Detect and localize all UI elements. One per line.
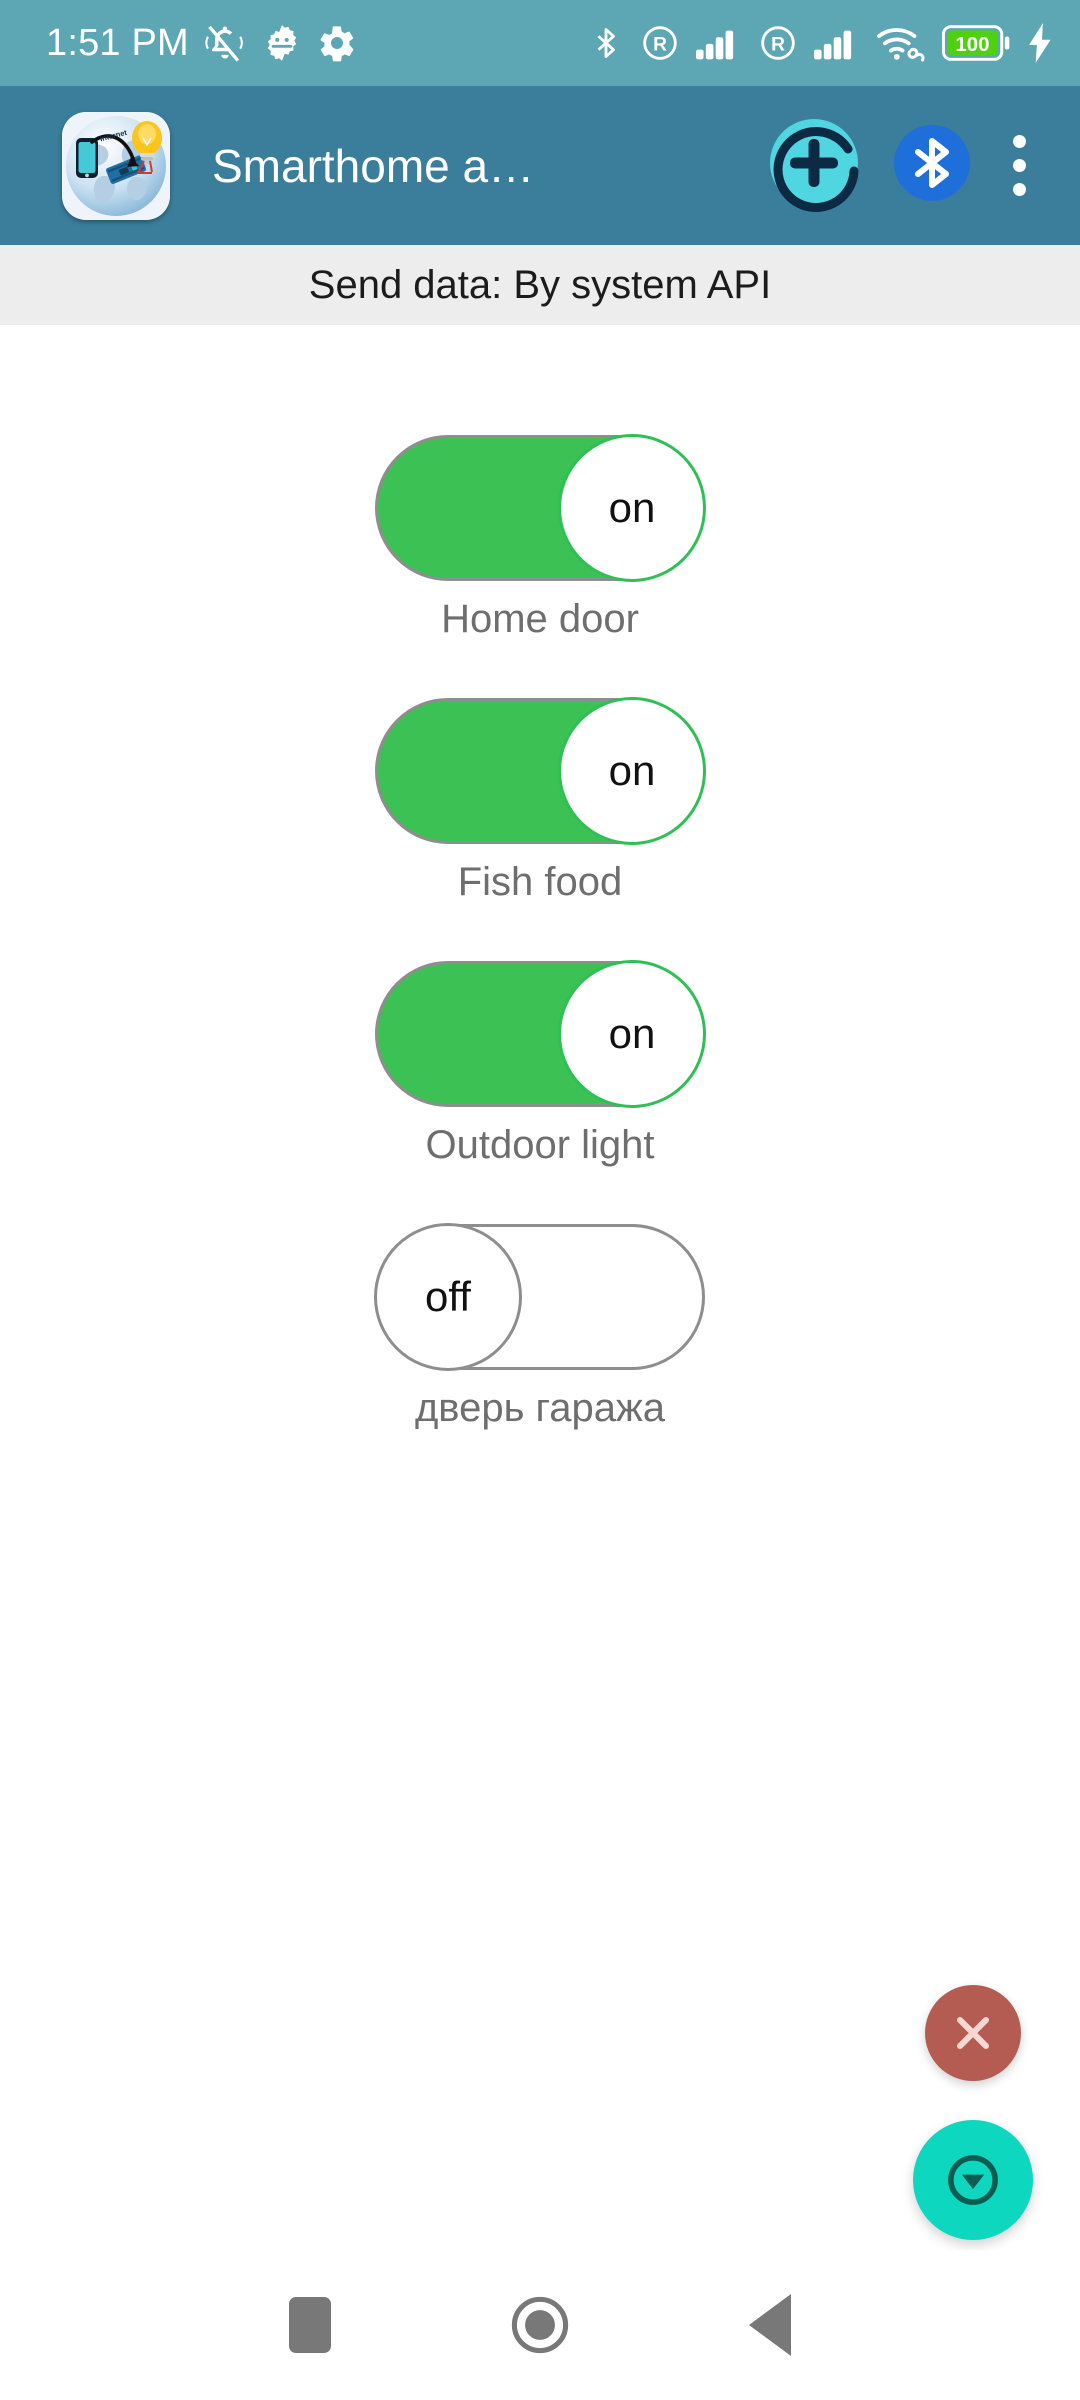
toggle-thumb: on — [558, 434, 706, 582]
toggle-switch-garage-door[interactable]: off — [374, 1223, 705, 1371]
roaming-icon: R — [761, 26, 795, 60]
toggle-state-text: on — [608, 747, 656, 794]
toggle-state-text: off — [425, 1273, 471, 1320]
bluetooth-button[interactable] — [880, 111, 984, 220]
toggle-switch-fish-food[interactable]: on — [375, 697, 706, 845]
menu-dot — [1012, 159, 1026, 172]
close-x-icon — [956, 2016, 990, 2050]
menu-dot — [1012, 135, 1026, 148]
charging-bolt-icon — [1029, 23, 1051, 63]
wifi-link-icon — [877, 28, 925, 62]
home-button[interactable] — [425, 2250, 655, 2400]
phone-screen: 1:51 PM R R 100 Internet Smarthome a… Se… — [0, 0, 1080, 2400]
send-data-mode-banner: Send data: By system API — [0, 245, 1080, 325]
collapse-fab[interactable] — [913, 2120, 1033, 2240]
device-toggle-item: on Fish food — [0, 697, 1080, 905]
toggle-label-garage-door: дверь гаража — [414, 1386, 666, 1430]
send-data-mode-text: Send data: By system API — [308, 262, 772, 307]
recents-button[interactable] — [195, 2250, 425, 2400]
toggle-label-outdoor-light: Outdoor light — [425, 1123, 655, 1167]
toggle-label-home-door: Home door — [441, 597, 639, 641]
navigation-bar — [0, 2250, 1080, 2400]
device-toggle-item: on Outdoor light — [0, 960, 1080, 1168]
battery-level-text: 100 — [955, 34, 989, 56]
android-debug-icon — [267, 25, 297, 61]
toggle-label-fish-food: Fish food — [457, 860, 623, 904]
toggle-switch-home-door[interactable]: on — [375, 434, 706, 582]
roaming-icon: R — [643, 26, 677, 60]
device-toggle-list: on Home door on Fish food on Outdoor lig… — [0, 325, 1080, 1487]
status-bar: 1:51 PM R R 100 — [0, 0, 1080, 86]
toggle-state-text: on — [608, 1010, 656, 1057]
bluetooth-icon — [597, 28, 615, 58]
status-bar-clock: 1:51 PM — [46, 22, 189, 64]
back-button[interactable] — [655, 2250, 885, 2400]
toggle-state-text: on — [608, 484, 656, 531]
add-device-button[interactable] — [758, 107, 870, 224]
bell-muted-icon — [205, 25, 243, 62]
status-bar-left: 1:51 PM — [46, 0, 357, 86]
overflow-menu-button[interactable] — [984, 118, 1054, 214]
app-title: Smarthome a… — [212, 139, 535, 192]
device-toggle-item: off дверь гаража — [0, 1223, 1080, 1431]
toggle-thumb: on — [558, 960, 706, 1108]
status-bar-right: R R 100 — [588, 21, 1054, 65]
signal-bars-icon — [696, 30, 734, 60]
triangle-left-icon — [749, 2294, 791, 2356]
toggle-thumb: off — [374, 1223, 522, 1371]
battery-icon: 100 — [942, 25, 1010, 61]
gear-icon — [320, 26, 354, 62]
toggle-switch-outdoor-light[interactable]: on — [375, 960, 706, 1108]
toggle-thumb: on — [558, 697, 706, 845]
menu-dot — [1012, 183, 1026, 196]
square-icon — [289, 2297, 331, 2353]
app-bar: Internet Smarthome a… — [0, 86, 1080, 245]
circle-icon — [511, 2296, 569, 2354]
chevron-down-circle-icon — [948, 2155, 998, 2205]
svg-text:R: R — [653, 35, 667, 56]
signal-bars-icon — [814, 30, 852, 60]
device-toggle-item: on Home door — [0, 434, 1080, 642]
smarthome-app-icon: Internet — [62, 111, 170, 220]
close-fab[interactable] — [925, 1985, 1021, 2081]
svg-text:R: R — [771, 35, 785, 56]
